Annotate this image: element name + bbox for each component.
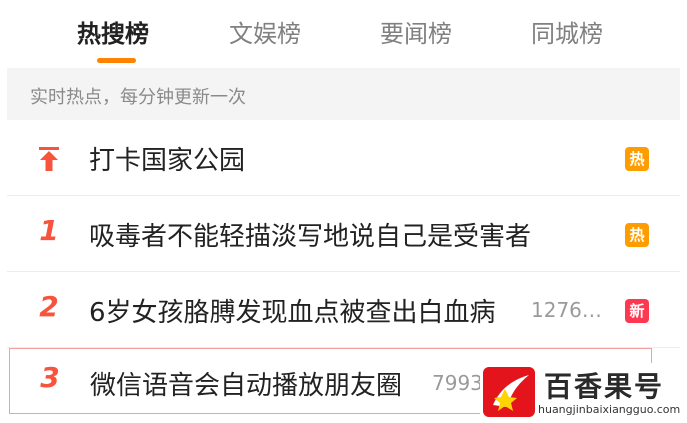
- active-tab-indicator: [97, 58, 136, 63]
- item-title: 打卡国家公园: [89, 146, 246, 176]
- heat-count: 1276…: [531, 298, 602, 322]
- tab-entertainment[interactable]: 文娱榜: [229, 14, 301, 54]
- pin-top-icon: [39, 147, 59, 171]
- new-badge: 新: [625, 299, 649, 323]
- item-title: 6岁女孩胳膊发现血点被查出白血病: [89, 298, 496, 328]
- watermark-logo-icon: [483, 367, 535, 417]
- item-title: 吸毒者不能轻描淡写地说自己是受害者: [89, 222, 532, 252]
- rank-number: 1: [39, 214, 59, 247]
- list-item[interactable]: 1 吸毒者不能轻描淡写地说自己是受害者 热: [7, 196, 680, 272]
- list-item[interactable]: 打卡国家公园 热: [7, 120, 680, 196]
- heat-count: 7993: [432, 371, 483, 395]
- rank-number: 2: [39, 290, 59, 323]
- tab-news[interactable]: 要闻榜: [380, 14, 452, 54]
- hot-badge: 热: [625, 223, 649, 247]
- rank-number: 3: [40, 361, 60, 394]
- subheader-text: 实时热点，每分钟更新一次: [30, 87, 246, 108]
- tab-hot-search[interactable]: 热搜榜: [77, 14, 149, 54]
- tab-local[interactable]: 同城榜: [531, 14, 603, 54]
- item-title: 微信语音会自动播放朋友圈: [90, 371, 403, 401]
- tab-bar: 热搜榜 文娱榜 要闻榜 同城榜: [0, 0, 687, 68]
- list-item[interactable]: 2 6岁女孩胳膊发现血点被查出白血病 1276… 新: [7, 272, 680, 348]
- subheader-bar: 实时热点，每分钟更新一次: [7, 68, 680, 120]
- watermark-url: huangjinbaixiangguo.com: [538, 403, 681, 416]
- watermark-title: 百香果号: [544, 370, 665, 403]
- hot-badge: 热: [625, 147, 649, 171]
- watermark: 百香果号 huangjinbaixiangguo.com: [480, 363, 680, 421]
